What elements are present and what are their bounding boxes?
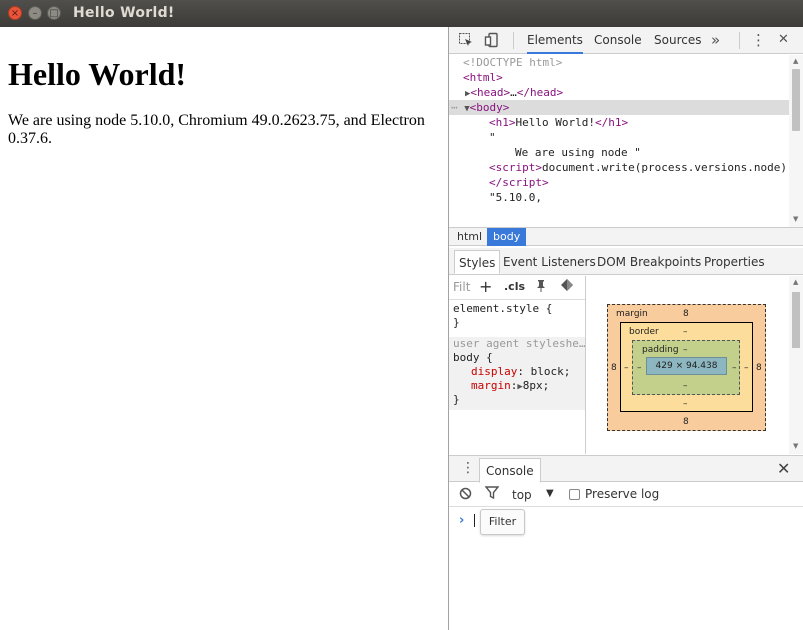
scrollbar-thumb[interactable]	[792, 292, 800, 348]
rule-close-brace: }	[453, 316, 460, 329]
user-agent-rule[interactable]: user agent styleshe… body { display: blo…	[449, 337, 586, 410]
cls-toggle-button[interactable]: .cls	[504, 280, 525, 293]
filter-icon[interactable]	[484, 486, 500, 503]
scroll-down-icon[interactable]: ▼	[793, 442, 798, 450]
inspect-element-icon[interactable]	[458, 32, 474, 48]
devtools-panel: Elements Console Sources » ⋮ ✕ <!DOCTYPE…	[448, 27, 803, 630]
border-left-value[interactable]: –	[624, 363, 629, 373]
element-state-icon[interactable]	[535, 279, 547, 296]
padding-top-value[interactable]: –	[683, 345, 688, 355]
tab-styles[interactable]: Styles	[454, 250, 501, 274]
console-toolbar: top ▼ Preserve log	[449, 483, 803, 507]
color-format-icon[interactable]	[560, 278, 576, 296]
tab-dom-breakpoints[interactable]: DOM Breakpoints	[593, 250, 705, 274]
elements-scrollbar[interactable]: ▲ ▼	[789, 55, 803, 227]
ua-selector: body {	[453, 351, 493, 364]
tab-event-listeners[interactable]: Event Listeners	[499, 250, 600, 274]
box-model: 429 × 94.438 margin 8 8 8 8 border – – –…	[587, 276, 789, 454]
toolbar-divider	[513, 32, 514, 49]
page-content: Hello World! We are using node 5.10.0, C…	[0, 27, 448, 630]
console-prompt-icon: ›	[459, 513, 465, 528]
margin-label: margin	[616, 309, 648, 319]
drawer-menu-icon[interactable]: ⋮	[461, 460, 475, 476]
scroll-up-icon[interactable]: ▲	[793, 278, 798, 286]
tree-node-text[interactable]: We are using node "	[449, 145, 789, 160]
style-declaration-display[interactable]: display: block;	[453, 365, 585, 379]
breadcrumb: html body	[449, 227, 803, 246]
padding-left-value[interactable]: –	[637, 363, 642, 373]
context-dropdown-icon[interactable]: ▼	[546, 488, 554, 499]
padding-bottom-value[interactable]: –	[683, 381, 688, 391]
toolbar-divider	[739, 32, 740, 49]
filter-tooltip: Filter	[480, 509, 525, 535]
styles-filter-input[interactable]: Filt	[453, 280, 470, 294]
tree-node-body[interactable]: ⋯ ▼<body>	[449, 100, 789, 115]
tab-console-drawer[interactable]: Console	[479, 458, 541, 483]
device-mode-icon[interactable]	[484, 32, 500, 48]
style-declaration-margin[interactable]: margin:▶8px;	[453, 379, 585, 393]
ua-stylesheet-label: user agent styleshe…	[453, 337, 586, 350]
tab-properties[interactable]: Properties	[700, 250, 769, 274]
padding-label: padding	[642, 345, 679, 355]
window-minimize-button[interactable]: –	[28, 6, 42, 20]
tab-console[interactable]: Console	[594, 27, 642, 54]
border-right-value[interactable]: –	[744, 363, 749, 373]
padding-right-value[interactable]: –	[732, 363, 737, 373]
devtools-tabbar: Elements Console Sources » ⋮ ✕	[449, 27, 803, 54]
elements-tree: <!DOCTYPE html> <html> ▶<head>…</head> ⋯…	[449, 55, 789, 227]
tab-sources[interactable]: Sources	[654, 27, 701, 54]
page-paragraph: We are using node 5.10.0, Chromium 49.0.…	[8, 112, 425, 147]
border-top-value[interactable]: –	[683, 327, 688, 337]
margin-top-value[interactable]: 8	[683, 309, 689, 319]
window-title: Hello World!	[73, 5, 175, 21]
window-close-button[interactable]: ×	[8, 6, 22, 20]
element-style-rule[interactable]: element.style { }	[449, 302, 585, 334]
rule-close-brace: }	[453, 393, 460, 406]
breadcrumb-html[interactable]: html	[451, 228, 488, 246]
styles-scrollbar[interactable]: ▲ ▼	[789, 276, 803, 454]
margin-bottom-value[interactable]: 8	[683, 417, 689, 427]
preserve-log-label[interactable]: Preserve log	[585, 487, 659, 501]
border-bottom-value[interactable]: –	[683, 399, 688, 409]
styles-tabbar: Styles Event Listeners DOM Breakpoints P…	[449, 248, 803, 275]
preserve-log-checkbox[interactable]	[569, 489, 580, 500]
title-bar: × – □ Hello World!	[0, 0, 803, 27]
tree-node-head[interactable]: ▶<head>…</head>	[449, 85, 789, 100]
drawer-close-icon[interactable]: ✕	[777, 459, 790, 478]
devtools-menu-icon[interactable]: ⋮	[751, 27, 766, 54]
more-tabs-icon[interactable]: »	[711, 27, 720, 54]
styles-toolbar: Filt + .cls	[449, 276, 585, 300]
tab-elements[interactable]: Elements	[527, 27, 583, 54]
window-maximize-button[interactable]: □	[47, 6, 61, 20]
tree-node-script[interactable]: <script>document.write(process.versions.…	[449, 160, 789, 175]
box-model-content: 429 × 94.438	[646, 357, 727, 375]
tree-node-html[interactable]: <html>	[449, 70, 789, 85]
margin-right-value[interactable]: 8	[756, 363, 762, 373]
context-selector[interactable]: top	[512, 488, 532, 502]
devtools-close-icon[interactable]: ✕	[778, 27, 789, 54]
breadcrumb-body[interactable]: body	[487, 228, 527, 246]
tree-node-script-close[interactable]: </script>	[449, 175, 789, 190]
clear-console-icon[interactable]	[459, 487, 472, 504]
new-style-rule-button[interactable]: +	[479, 277, 492, 296]
scrollbar-thumb[interactable]	[792, 69, 800, 131]
margin-left-value[interactable]: 8	[611, 363, 617, 373]
console-drawer-header: ⋮ Console ✕	[449, 455, 803, 483]
tree-node-version-text[interactable]: "5.10.0,	[449, 190, 789, 205]
console-caret	[474, 514, 475, 527]
page-heading: Hello World!	[8, 56, 187, 92]
scroll-down-icon[interactable]: ▼	[793, 215, 798, 223]
element-style-selector: element.style {	[453, 302, 553, 315]
styles-pane: Filt + .cls element.style { } user agent…	[449, 276, 586, 454]
tree-node-h1[interactable]: <h1>Hello World!</h1>	[449, 115, 789, 130]
border-label: border	[629, 327, 659, 337]
tree-node-doctype[interactable]: <!DOCTYPE html>	[449, 55, 789, 70]
scroll-up-icon[interactable]: ▲	[793, 57, 798, 65]
tree-node-text-quote[interactable]: "	[449, 130, 789, 145]
